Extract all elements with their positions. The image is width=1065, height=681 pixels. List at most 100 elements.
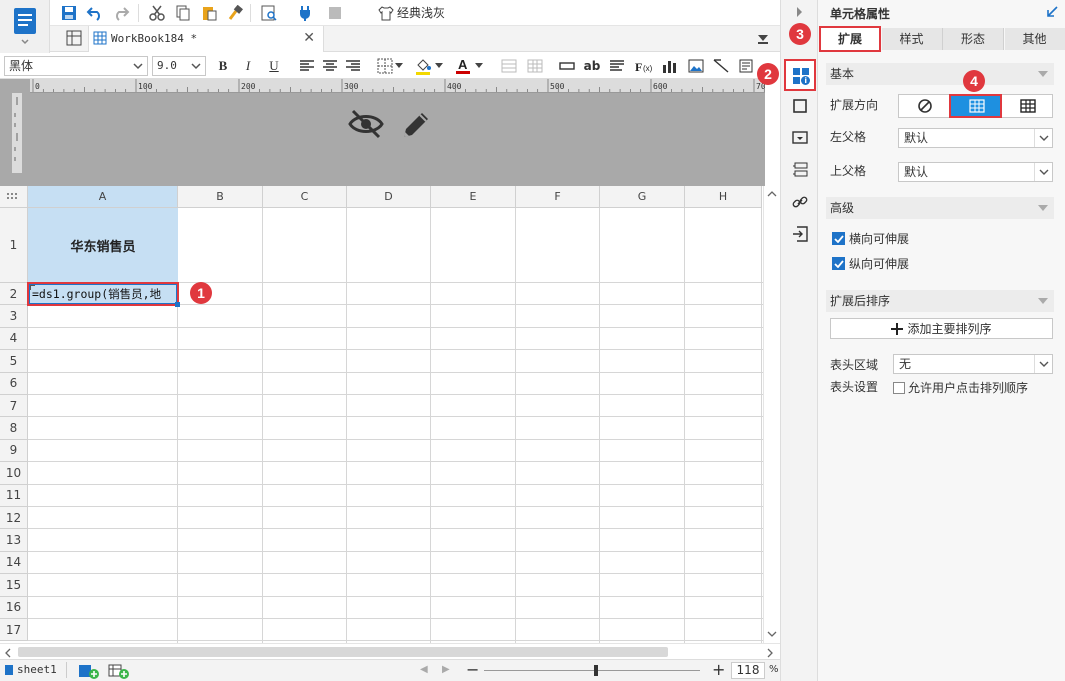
- preview-icon[interactable]: [258, 2, 280, 24]
- vertical-scrollbar[interactable]: [763, 186, 780, 643]
- row-header-17[interactable]: 17: [0, 619, 28, 642]
- save-icon[interactable]: [58, 2, 80, 24]
- font-color-dropdown-icon[interactable]: [472, 55, 486, 77]
- column-header-c[interactable]: C: [263, 186, 347, 208]
- sub-report-icon[interactable]: [736, 55, 758, 77]
- font-color-icon[interactable]: A: [452, 55, 474, 77]
- row-header-8[interactable]: 8: [0, 417, 28, 440]
- text-element-button[interactable]: ab: [581, 55, 603, 77]
- undo-icon[interactable]: [84, 2, 106, 24]
- add-sheet-icon[interactable]: [78, 663, 100, 679]
- sheet-tab[interactable]: sheet1: [4, 663, 57, 676]
- grid-view-icon[interactable]: [66, 30, 82, 46]
- row-header-4[interactable]: 4: [0, 327, 28, 351]
- scroll-up-icon[interactable]: [767, 190, 777, 198]
- fill-color-icon[interactable]: [412, 55, 434, 77]
- column-header-b[interactable]: B: [178, 186, 263, 208]
- row-header-13[interactable]: 13: [0, 529, 28, 552]
- column-header-d[interactable]: D: [347, 186, 431, 208]
- select-all-corner[interactable]: [0, 186, 28, 208]
- scroll-left-icon[interactable]: [4, 648, 12, 658]
- data-import-icon[interactable]: [792, 226, 808, 242]
- border-dropdown-icon[interactable]: [392, 55, 406, 77]
- allow-user-sort-checkbox[interactable]: 允许用户点击排列顺序: [893, 379, 1028, 396]
- add-sheet-template-icon[interactable]: [108, 663, 130, 679]
- left-parent-select[interactable]: 默认: [898, 128, 1053, 148]
- zoom-slider-track[interactable]: [484, 670, 700, 671]
- fill-handle[interactable]: [175, 302, 180, 307]
- column-header-g[interactable]: G: [600, 186, 685, 208]
- insert-cell-icon[interactable]: [556, 55, 578, 77]
- cell-element-icon[interactable]: [792, 98, 808, 114]
- row-header-10[interactable]: 10: [0, 462, 28, 485]
- panel-tab-2[interactable]: 形态: [943, 28, 1004, 50]
- scroll-thumb[interactable]: [18, 647, 668, 657]
- zoom-input[interactable]: 118: [731, 662, 765, 679]
- redo-icon[interactable]: [110, 2, 132, 24]
- cell-properties-tab[interactable]: [784, 59, 816, 91]
- column-header-a[interactable]: A: [28, 186, 178, 208]
- italic-button[interactable]: I: [237, 55, 259, 77]
- align-left-icon[interactable]: [296, 55, 318, 77]
- row-header-15[interactable]: 15: [0, 574, 28, 597]
- chart-icon[interactable]: [659, 55, 681, 77]
- header-area-select[interactable]: 无: [893, 354, 1053, 374]
- bold-button[interactable]: B: [212, 55, 234, 77]
- panel-tab-3[interactable]: 其他: [1004, 28, 1065, 50]
- spreadsheet-grid[interactable]: ABCDEFGH 1 2 3 4 5 6 7 8 9 10 11 12 13 14 15 16 17 华东销售员…: [0, 186, 763, 643]
- rich-text-icon[interactable]: [606, 55, 628, 77]
- font-family-select[interactable]: 黑体: [4, 56, 148, 76]
- row-header-12[interactable]: 12: [0, 507, 28, 530]
- section-sort[interactable]: 扩展后排序: [826, 290, 1054, 312]
- hide-eye-icon[interactable]: [348, 109, 384, 139]
- slash-icon[interactable]: [710, 55, 732, 77]
- format-brush-icon[interactable]: [224, 2, 246, 24]
- align-center-icon[interactable]: [319, 55, 341, 77]
- plug-icon[interactable]: [294, 2, 316, 24]
- vertical-extend-checkbox[interactable]: 纵向可伸展: [832, 255, 909, 272]
- row-header-5[interactable]: 5: [0, 350, 28, 373]
- paste-icon[interactable]: [198, 2, 220, 24]
- close-tab-icon[interactable]: ✕: [303, 30, 315, 46]
- formula-icon[interactable]: F (x): [633, 55, 655, 77]
- horizontal-expand-option[interactable]: [1003, 95, 1053, 117]
- horizontal-scrollbar[interactable]: [0, 643, 780, 659]
- panel-tab-1[interactable]: 样式: [881, 28, 943, 50]
- row-header-11[interactable]: 11: [0, 484, 28, 507]
- font-size-select[interactable]: 9.0: [152, 56, 206, 76]
- tab-menu-icon[interactable]: [756, 32, 770, 46]
- column-header-h[interactable]: H: [685, 186, 762, 208]
- row-header-14[interactable]: 14: [0, 551, 28, 575]
- fill-dropdown-icon[interactable]: [432, 55, 446, 77]
- horizontal-extend-checkbox[interactable]: 横向可伸展: [832, 230, 909, 247]
- top-parent-select[interactable]: 默认: [898, 162, 1053, 182]
- row-header-7[interactable]: 7: [0, 395, 28, 418]
- row-header-1[interactable]: 1: [0, 208, 28, 283]
- no-expand-option[interactable]: [899, 95, 950, 117]
- scroll-down-icon[interactable]: [767, 630, 777, 638]
- underline-button[interactable]: U: [263, 55, 285, 77]
- cut-icon[interactable]: [146, 2, 168, 24]
- section-basic[interactable]: 基本: [826, 63, 1054, 85]
- column-header-f[interactable]: F: [516, 186, 600, 208]
- add-sort-button[interactable]: 添加主要排列序: [830, 318, 1053, 339]
- zoom-slider-thumb[interactable]: [594, 665, 598, 676]
- collapse-arrow-icon[interactable]: [796, 6, 804, 18]
- edit-pencil-icon[interactable]: [400, 109, 432, 141]
- row-header-16[interactable]: 16: [0, 596, 28, 619]
- template-menu-icon[interactable]: [12, 6, 38, 46]
- next-sheet-icon[interactable]: ▶: [442, 664, 450, 675]
- condition-icon[interactable]: [792, 162, 808, 178]
- prev-sheet-icon[interactable]: ◀: [420, 664, 428, 675]
- align-right-icon[interactable]: [342, 55, 364, 77]
- row-header-6[interactable]: 6: [0, 372, 28, 395]
- hyperlink-icon[interactable]: [792, 194, 808, 210]
- scroll-right-icon[interactable]: [766, 648, 774, 658]
- theme-button[interactable]: 经典浅灰: [378, 4, 445, 21]
- workbook-tab[interactable]: WorkBook184 * ✕: [88, 26, 324, 52]
- widget-icon[interactable]: [792, 130, 808, 146]
- row-header-2[interactable]: 2: [0, 283, 28, 306]
- image-icon[interactable]: [685, 55, 707, 77]
- zoom-in-icon[interactable]: +: [712, 660, 725, 679]
- column-header-e[interactable]: E: [431, 186, 516, 208]
